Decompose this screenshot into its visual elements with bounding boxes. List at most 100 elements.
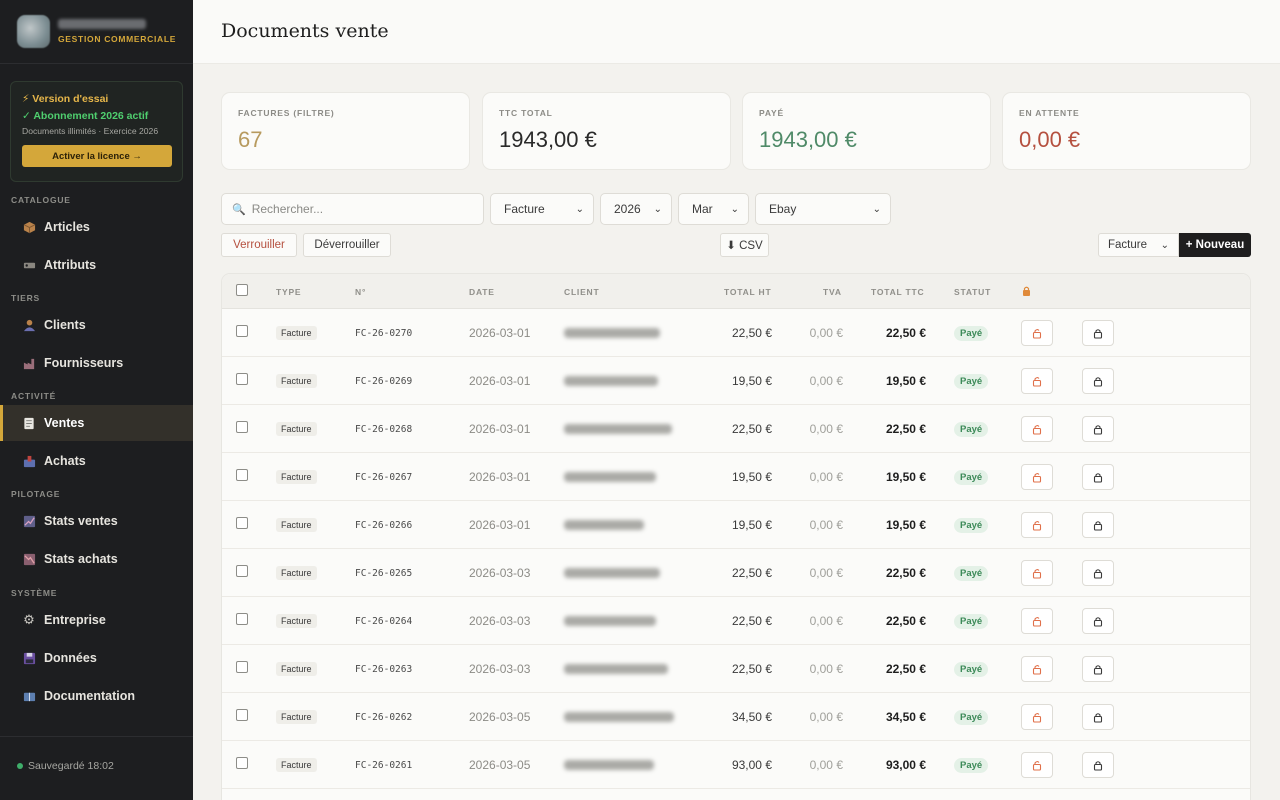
document-date: 2026-03-03 xyxy=(469,566,531,580)
document-number[interactable]: FC-26-0265 xyxy=(355,568,412,579)
status-badge: Payé xyxy=(954,422,989,437)
unlock-icon xyxy=(1032,376,1042,387)
month-select[interactable]: Mar ⌄ xyxy=(678,193,749,225)
row-checkbox[interactable] xyxy=(236,565,248,577)
table-row[interactable]: Facture FC-26-0265 2026-03-03 22,50 € 0,00 €… xyxy=(222,549,1250,597)
year-select[interactable]: 2026 ⌄ xyxy=(600,193,672,225)
table-row[interactable]: Facture FC-26-0264 2026-03-03 22,50 € 0,00 €… xyxy=(222,597,1250,645)
table-row[interactable]: Facture FC-26-0261 2026-03-05 93,00 € 0,00 €… xyxy=(222,741,1250,789)
unlocked-toggle-button[interactable] xyxy=(1021,464,1053,490)
document-number[interactable]: FC-26-0267 xyxy=(355,472,412,483)
unlocked-toggle-button[interactable] xyxy=(1021,368,1053,394)
brand: GESTION COMMERCIALE xyxy=(0,0,193,64)
lock-document-button[interactable] xyxy=(1082,560,1114,586)
row-checkbox[interactable] xyxy=(236,709,248,721)
stat-label: EN ATTENTE xyxy=(1019,108,1080,118)
select-all-checkbox[interactable] xyxy=(236,284,248,296)
csv-export-button[interactable]: ⬇ CSV xyxy=(720,233,769,257)
stat-label: FACTURES (FILTRE) xyxy=(238,108,335,118)
row-checkbox[interactable] xyxy=(236,757,248,769)
sidebar-item-articles[interactable]: Articles xyxy=(0,209,193,245)
status-badge: Payé xyxy=(954,662,989,677)
row-checkbox[interactable] xyxy=(236,421,248,433)
sidebar-item-attributs[interactable]: Attributs xyxy=(0,247,193,283)
total-ttc: 22,50 € xyxy=(885,566,926,580)
status-badge: Payé xyxy=(954,566,989,581)
sidebar-item-entreprise[interactable]: ⚙ Entreprise xyxy=(0,602,193,638)
sidebar-item-label: Fournisseurs xyxy=(44,356,124,370)
row-checkbox[interactable] xyxy=(236,469,248,481)
table-row[interactable]: Facture FC-26-0266 2026-03-01 19,50 € 0,00 €… xyxy=(222,501,1250,549)
document-number[interactable]: FC-26-0262 xyxy=(355,712,412,723)
unlocked-toggle-button[interactable] xyxy=(1021,560,1053,586)
sidebar-item-clients[interactable]: Clients xyxy=(0,307,193,343)
sidebar-item-donnees[interactable]: Données xyxy=(0,640,193,676)
sidebar-item-ventes[interactable]: Ventes xyxy=(0,405,193,441)
lock-document-button[interactable] xyxy=(1082,656,1114,682)
row-checkbox[interactable] xyxy=(236,517,248,529)
activate-license-button[interactable]: Activer la licence → xyxy=(22,145,172,167)
lock-icon xyxy=(1093,472,1103,483)
save-status-text: Sauvegardé 18:02 xyxy=(28,760,114,772)
col-client: CLIENT xyxy=(564,287,600,297)
sidebar-item-fournisseurs[interactable]: Fournisseurs xyxy=(0,345,193,381)
table-row[interactable]: Facture FC-26-0268 2026-03-01 22,50 € 0,00 €… xyxy=(222,405,1250,453)
lock-document-button[interactable] xyxy=(1082,512,1114,538)
document-number[interactable]: FC-26-0261 xyxy=(355,760,412,771)
tva: 0,00 € xyxy=(809,566,843,580)
total-ttc: 22,50 € xyxy=(885,614,926,628)
table-row[interactable]: Facture FC-26-0267 2026-03-01 19,50 € 0,00 €… xyxy=(222,453,1250,501)
table-row[interactable]: Facture FC-26-0263 2026-03-03 22,50 € 0,00 €… xyxy=(222,645,1250,693)
document-number[interactable]: FC-26-0266 xyxy=(355,520,412,531)
table-row[interactable]: Facture FC-26-0270 2026-03-01 22,50 € 0,00 €… xyxy=(222,309,1250,357)
document-number[interactable]: FC-26-0264 xyxy=(355,616,412,627)
tva: 0,00 € xyxy=(809,326,843,340)
sidebar-item-achats[interactable]: Achats xyxy=(0,443,193,479)
sidebar-item-stats-achats[interactable]: Stats achats xyxy=(0,541,193,577)
new-document-button[interactable]: + Nouveau xyxy=(1179,233,1251,257)
row-checkbox[interactable] xyxy=(236,325,248,337)
unlocked-toggle-button[interactable] xyxy=(1021,416,1053,442)
search-input[interactable]: 🔍 Rechercher... xyxy=(221,193,484,225)
chevron-down-icon: ⌄ xyxy=(730,203,739,215)
lock-document-button[interactable] xyxy=(1082,704,1114,730)
unlock-button[interactable]: Déverrouiller xyxy=(303,233,391,257)
row-checkbox[interactable] xyxy=(236,661,248,673)
lock-document-button[interactable] xyxy=(1082,368,1114,394)
table-row[interactable]: Facture FC-26-0262 2026-03-05 34,50 € 0,00 €… xyxy=(222,693,1250,741)
unlocked-toggle-button[interactable] xyxy=(1021,656,1053,682)
section-pilotage: PILOTAGE xyxy=(11,489,61,499)
new-doc-type-select[interactable]: Facture ⌄ xyxy=(1098,233,1179,257)
sidebar-item-stats-ventes[interactable]: Stats ventes xyxy=(0,503,193,539)
lock-document-button[interactable] xyxy=(1082,416,1114,442)
table-row[interactable]: Facture FC-26-0269 2026-03-01 19,50 € 0,00 €… xyxy=(222,357,1250,405)
document-number[interactable]: FC-26-0269 xyxy=(355,376,412,387)
document-number[interactable]: FC-26-0270 xyxy=(355,328,412,339)
sidebar-item-label: Ventes xyxy=(44,416,85,430)
total-ht: 34,50 € xyxy=(731,710,772,724)
lock-document-button[interactable] xyxy=(1082,608,1114,634)
unlocked-toggle-button[interactable] xyxy=(1021,320,1053,346)
unlocked-toggle-button[interactable] xyxy=(1021,752,1053,778)
document-number[interactable]: FC-26-0263 xyxy=(355,664,412,675)
sidebar-item-label: Entreprise xyxy=(44,613,106,627)
unlocked-toggle-button[interactable] xyxy=(1021,704,1053,730)
row-checkbox[interactable] xyxy=(236,373,248,385)
lock-document-button[interactable] xyxy=(1082,752,1114,778)
total-ht: 22,50 € xyxy=(731,614,772,628)
unlock-icon xyxy=(1032,616,1042,627)
unlocked-toggle-button[interactable] xyxy=(1021,608,1053,634)
type-select[interactable]: Facture ⌄ xyxy=(490,193,594,225)
tva: 0,00 € xyxy=(809,374,843,388)
row-checkbox[interactable] xyxy=(236,613,248,625)
document-number[interactable]: FC-26-0268 xyxy=(355,424,412,435)
channel-select[interactable]: Ebay ⌄ xyxy=(755,193,891,225)
lock-document-button[interactable] xyxy=(1082,464,1114,490)
unlock-icon xyxy=(1032,664,1042,675)
unlocked-toggle-button[interactable] xyxy=(1021,512,1053,538)
lock-button[interactable]: Verrouiller xyxy=(221,233,297,257)
type-badge: Facture xyxy=(276,710,317,724)
sidebar-item-documentation[interactable]: Documentation xyxy=(0,678,193,714)
lock-document-button[interactable] xyxy=(1082,320,1114,346)
status-badge: Payé xyxy=(954,518,989,533)
